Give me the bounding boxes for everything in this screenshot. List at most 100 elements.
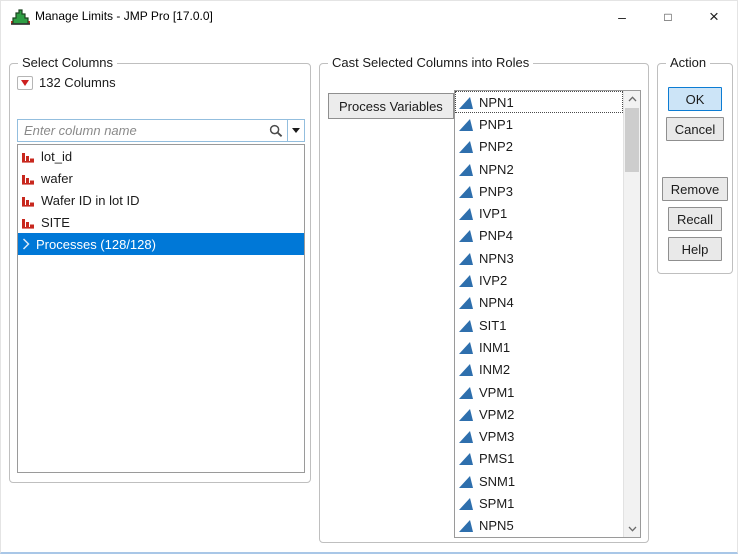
jmp-logo-icon	[11, 8, 30, 25]
process-variable-item[interactable]: VPM1	[455, 381, 623, 403]
process-variables-button[interactable]: Process Variables	[328, 93, 454, 119]
column-name: wafer	[41, 171, 73, 186]
recall-button[interactable]: Recall	[668, 207, 722, 231]
process-variable-item[interactable]: INM2	[455, 359, 623, 381]
column-list-item[interactable]: wafer	[18, 167, 304, 189]
continuous-triangle-icon	[459, 408, 473, 421]
scrollbar[interactable]	[623, 91, 640, 537]
process-variable-item[interactable]: VPM2	[455, 403, 623, 425]
columns-count-row: 132 Columns	[17, 75, 116, 90]
column-name: Processes (128/128)	[36, 237, 156, 252]
process-variable-item[interactable]: PNP2	[455, 136, 623, 158]
continuous-triangle-icon	[459, 96, 473, 109]
process-variable-item[interactable]: INM1	[455, 336, 623, 358]
continuous-triangle-icon	[459, 229, 473, 242]
process-variable-item[interactable]: PMS1	[455, 448, 623, 470]
process-variable-item[interactable]: SPM1	[455, 492, 623, 514]
ok-button[interactable]: OK	[668, 87, 722, 111]
column-name: Wafer ID in lot ID	[41, 193, 139, 208]
process-variable-name: IVP2	[479, 273, 507, 288]
cast-roles-panel: Cast Selected Columns into Roles Process…	[319, 63, 649, 543]
process-variables-list[interactable]: NPN1 PNP1 PNP2 NPN2 PNP3 IVP1 PNP4 NPN3 IVP2 NPN4…	[454, 90, 641, 538]
nominal-histogram-icon	[22, 194, 35, 207]
process-variable-name: NPN3	[479, 251, 514, 266]
cancel-button[interactable]: Cancel	[666, 117, 724, 141]
continuous-triangle-icon	[459, 207, 473, 220]
column-list-item[interactable]: SITE	[18, 211, 304, 233]
process-variable-name: PNP3	[479, 184, 513, 199]
column-list-item[interactable]: Processes (128/128)	[18, 233, 304, 255]
process-variable-item[interactable]: NPN2	[455, 158, 623, 180]
process-variable-name: NPN2	[479, 162, 514, 177]
process-variable-name: VPM2	[479, 407, 514, 422]
process-variable-name: SIT1	[479, 318, 506, 333]
cast-roles-label: Cast Selected Columns into Roles	[328, 55, 533, 70]
column-name: lot_id	[41, 149, 72, 164]
process-variable-item[interactable]: IVP1	[455, 202, 623, 224]
nominal-histogram-icon	[22, 150, 35, 163]
process-variable-name: SPM1	[479, 496, 514, 511]
search-dropdown-button[interactable]	[287, 120, 304, 141]
scroll-up-icon[interactable]	[624, 91, 640, 107]
column-list-item[interactable]: lot_id	[18, 145, 304, 167]
process-variable-item[interactable]: SNM1	[455, 470, 623, 492]
continuous-triangle-icon	[459, 163, 473, 176]
nominal-histogram-icon	[22, 216, 35, 229]
continuous-triangle-icon	[459, 386, 473, 399]
process-variable-name: INM1	[479, 340, 510, 355]
process-variable-name: INM2	[479, 362, 510, 377]
window-title: Manage Limits - JMP Pro [17.0.0]	[35, 1, 213, 32]
process-variable-name: NPN4	[479, 295, 514, 310]
scroll-down-icon[interactable]	[624, 521, 640, 537]
process-variable-item[interactable]: NPN5	[455, 515, 623, 537]
red-triangle-menu-icon[interactable]	[17, 76, 33, 90]
column-list[interactable]: lot_idwafer Wafer ID in lot ID SITE Process…	[17, 144, 305, 473]
column-list-item[interactable]: Wafer ID in lot ID	[18, 189, 304, 211]
continuous-triangle-icon	[459, 185, 473, 198]
process-variable-name: PNP1	[479, 117, 513, 132]
nominal-histogram-icon	[22, 172, 35, 185]
continuous-triangle-icon	[459, 140, 473, 153]
continuous-triangle-icon	[459, 430, 473, 443]
manage-limits-window: Manage Limits - JMP Pro [17.0.0] – □ × S…	[0, 0, 738, 554]
action-panel: Action OKCancelRemoveRecallHelp	[657, 63, 733, 274]
process-variable-name: VPM3	[479, 429, 514, 444]
continuous-triangle-icon	[459, 363, 473, 376]
process-variable-name: SNM1	[479, 474, 515, 489]
continuous-triangle-icon	[459, 274, 473, 287]
column-search-box	[17, 119, 305, 142]
process-variable-item[interactable]: NPN4	[455, 292, 623, 314]
continuous-triangle-icon	[459, 475, 473, 488]
continuous-triangle-icon	[459, 118, 473, 131]
continuous-triangle-icon	[459, 519, 473, 532]
process-variable-item[interactable]: SIT1	[455, 314, 623, 336]
process-variable-item[interactable]: NPN3	[455, 247, 623, 269]
continuous-triangle-icon	[459, 497, 473, 510]
process-variable-name: PNP4	[479, 228, 513, 243]
remove-button[interactable]: Remove	[662, 177, 728, 201]
process-variable-item[interactable]: PNP4	[455, 225, 623, 247]
process-variable-name: NPN5	[479, 518, 514, 533]
chevron-expand-icon	[22, 238, 30, 250]
process-variable-item[interactable]: PNP3	[455, 180, 623, 202]
process-variable-item[interactable]: IVP2	[455, 269, 623, 291]
process-variable-name: PMS1	[479, 451, 514, 466]
process-variable-item[interactable]: VPM3	[455, 425, 623, 447]
minimize-button[interactable]: –	[599, 1, 645, 32]
process-variable-item[interactable]: PNP1	[455, 113, 623, 135]
maximize-button[interactable]: □	[645, 1, 691, 32]
process-variable-item[interactable]: NPN1	[455, 91, 623, 113]
search-icon[interactable]	[265, 120, 287, 141]
column-search-input[interactable]	[18, 120, 265, 141]
continuous-triangle-icon	[459, 252, 473, 265]
close-button[interactable]: ×	[691, 1, 737, 32]
scrollbar-thumb[interactable]	[625, 108, 639, 172]
process-variable-name: VPM1	[479, 385, 514, 400]
help-button[interactable]: Help	[668, 237, 722, 261]
process-variable-name: NPN1	[479, 95, 514, 110]
continuous-triangle-icon	[459, 319, 473, 332]
continuous-triangle-icon	[459, 341, 473, 354]
select-columns-label: Select Columns	[18, 55, 117, 70]
continuous-triangle-icon	[459, 452, 473, 465]
process-variables-items: NPN1 PNP1 PNP2 NPN2 PNP3 IVP1 PNP4 NPN3 IVP2 NPN4…	[455, 91, 623, 537]
